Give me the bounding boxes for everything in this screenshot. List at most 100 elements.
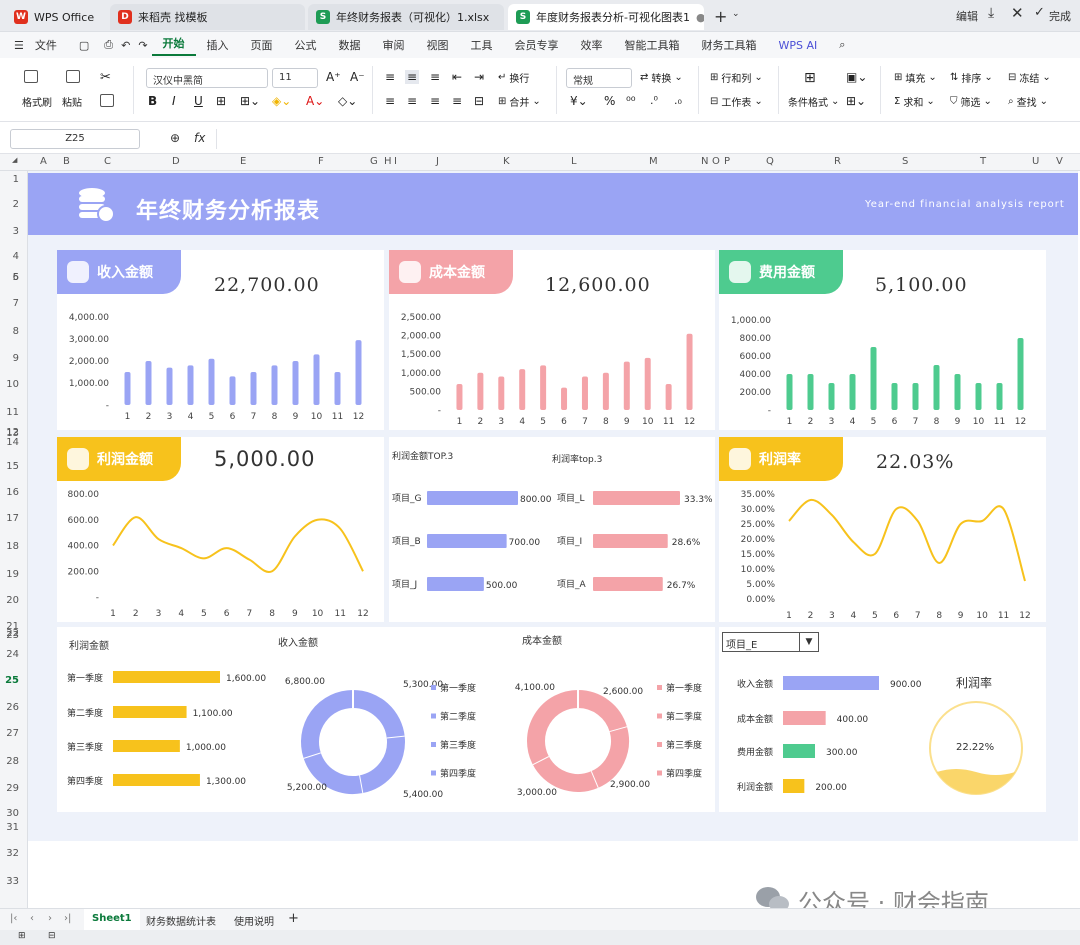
row-header[interactable]: 28 [6, 756, 19, 767]
print-icon[interactable]: ⎙ [100, 38, 117, 52]
column-header[interactable]: F [318, 156, 324, 167]
undo-icon[interactable]: ↶ [117, 39, 134, 52]
row-header[interactable]: 29 [6, 783, 19, 794]
redo-icon[interactable]: ↷ [134, 39, 151, 52]
fill-button[interactable]: ⊞ 填充 ⌄ [894, 70, 937, 85]
row-header[interactable]: 6 [13, 272, 19, 283]
distribute-icon[interactable]: ⊟ [474, 94, 484, 108]
row-header[interactable]: 31 [6, 822, 19, 833]
next-sheet-icon[interactable]: › [48, 913, 52, 924]
worksheet-button[interactable]: ⊟ 工作表 ⌄ [710, 94, 763, 109]
font-shrink-icon[interactable]: A⁻ [350, 70, 365, 84]
sort-button[interactable]: ⇅ 排序 ⌄ [950, 70, 993, 85]
column-header[interactable]: G [370, 156, 378, 167]
menu-smart-tools[interactable]: 智能工具箱 [614, 37, 691, 53]
conditional-format-button[interactable]: 条件格式 ⌄ [788, 94, 839, 109]
row-header[interactable]: 10 [6, 379, 19, 390]
column-header[interactable]: I [394, 156, 397, 167]
row-header[interactable]: 32 [6, 848, 19, 859]
edit-mode-button[interactable]: 编辑 [956, 8, 978, 24]
menu-wps-ai[interactable]: WPS AI [768, 39, 829, 52]
menu-home[interactable]: 开始 [151, 35, 196, 56]
align-top-icon[interactable]: ≡ [385, 70, 395, 84]
column-header[interactable]: J [436, 156, 439, 167]
menu-icon[interactable]: ☰ [0, 39, 35, 52]
font-color-icon[interactable]: A⌄ [306, 94, 324, 108]
row-header[interactable]: 14 [6, 437, 19, 448]
row-header[interactable]: 8 [13, 326, 19, 337]
align-middle-icon[interactable]: ≡ [405, 70, 420, 84]
currency-icon[interactable]: ¥⌄ [570, 94, 588, 108]
column-header[interactable]: R [834, 156, 841, 167]
decimal-inc-icon[interactable]: .⁰ [650, 94, 658, 107]
percent-icon[interactable]: % [604, 94, 615, 108]
tab-wps-office[interactable]: W WPS Office [6, 4, 106, 30]
indent-dec-icon[interactable]: ⇤ [452, 70, 462, 84]
find-button[interactable]: ⌕ 查找 ⌄ [1008, 94, 1048, 109]
column-header[interactable]: D [172, 156, 180, 167]
row-header[interactable]: 33 [6, 876, 19, 887]
row-header[interactable]: 18 [6, 541, 19, 552]
status-icon[interactable]: ⊟ [48, 931, 56, 941]
zoom-icon[interactable]: ⊕ [170, 131, 180, 145]
tab-file-1[interactable]: S 年终财务报表（可视化）1.xlsx [308, 4, 504, 30]
column-header[interactable]: B [63, 156, 70, 167]
align-right-icon[interactable]: ≡ [430, 94, 440, 108]
function-icon[interactable]: fx [194, 131, 205, 145]
table-style-icon[interactable]: ⊞⌄ [846, 94, 866, 108]
conditional-format-icon[interactable]: ⊞ [804, 70, 816, 86]
column-header[interactable]: L [571, 156, 577, 167]
save-icon[interactable]: ▢ [68, 39, 100, 52]
format-painter-button[interactable]: 格式刷 [22, 94, 52, 109]
font-size-select[interactable]: 11 [272, 68, 318, 88]
search-icon[interactable]: ⌕ [828, 38, 856, 52]
sheet-tab-data[interactable]: 财务数据统计表 [146, 913, 216, 928]
column-header[interactable]: T [980, 156, 986, 167]
row-header[interactable]: 2 [13, 199, 19, 210]
decimal-dec-icon[interactable]: .₀ [674, 94, 682, 107]
sheet-tab-guide[interactable]: 使用说明 [234, 913, 274, 928]
italic-icon[interactable]: I [172, 94, 176, 108]
cell-style-icon[interactable]: ▣⌄ [846, 70, 867, 84]
download-icon[interactable]: ⤓ [988, 5, 994, 21]
menu-finance-tools[interactable]: 财务工具箱 [691, 37, 768, 53]
column-header[interactable]: P [724, 156, 730, 167]
column-header[interactable]: O [712, 156, 720, 167]
clear-icon[interactable]: ◇⌄ [338, 94, 357, 108]
underline-icon[interactable]: U [194, 94, 203, 108]
column-header[interactable]: N [701, 156, 708, 167]
column-header[interactable]: H [384, 156, 392, 167]
align-center-icon[interactable]: ≡ [407, 94, 417, 108]
row-col-button[interactable]: ⊞ 行和列 ⌄ [710, 70, 763, 85]
row-header[interactable]: 16 [6, 487, 19, 498]
prev-sheet-icon[interactable]: ‹ [30, 913, 34, 924]
close-icon[interactable]: ✕ [1011, 4, 1024, 22]
chevron-down-icon[interactable]: ⌄ [732, 9, 740, 19]
row-header[interactable]: 3 [13, 226, 19, 237]
row-header[interactable]: 19 [6, 569, 19, 580]
new-tab-icon[interactable]: + [714, 7, 727, 26]
menu-formula[interactable]: 公式 [284, 37, 328, 53]
menu-insert[interactable]: 插入 [196, 37, 240, 53]
column-header[interactable]: S [902, 156, 908, 167]
row-header[interactable]: 27 [6, 728, 19, 739]
row-header[interactable]: 4 [13, 251, 19, 262]
macro-icon[interactable]: ⊞ [18, 931, 26, 941]
row-header[interactable]: 11 [6, 407, 19, 418]
row-header[interactable]: 24 [6, 649, 19, 660]
paste-icon[interactable] [66, 70, 80, 83]
tab-docer[interactable]: D 来稻壳 找模板 [110, 4, 305, 30]
menu-member[interactable]: 会员专享 [504, 37, 570, 53]
row-header[interactable]: 9 [13, 353, 19, 364]
add-sheet-icon[interactable]: + [288, 911, 299, 926]
border-icon[interactable]: ⊞ [216, 94, 226, 108]
number-format-select[interactable]: 常规 [566, 68, 632, 88]
done-button[interactable]: 完成 [1049, 8, 1071, 24]
menu-review[interactable]: 审阅 [372, 37, 416, 53]
menu-view[interactable]: 视图 [416, 37, 460, 53]
select-all-corner[interactable]: ◢ [12, 156, 17, 164]
row-header[interactable]: 26 [6, 702, 19, 713]
bold-icon[interactable]: B [148, 94, 157, 108]
menu-data[interactable]: 数据 [328, 37, 372, 53]
row-header[interactable]: 30 [6, 808, 19, 819]
